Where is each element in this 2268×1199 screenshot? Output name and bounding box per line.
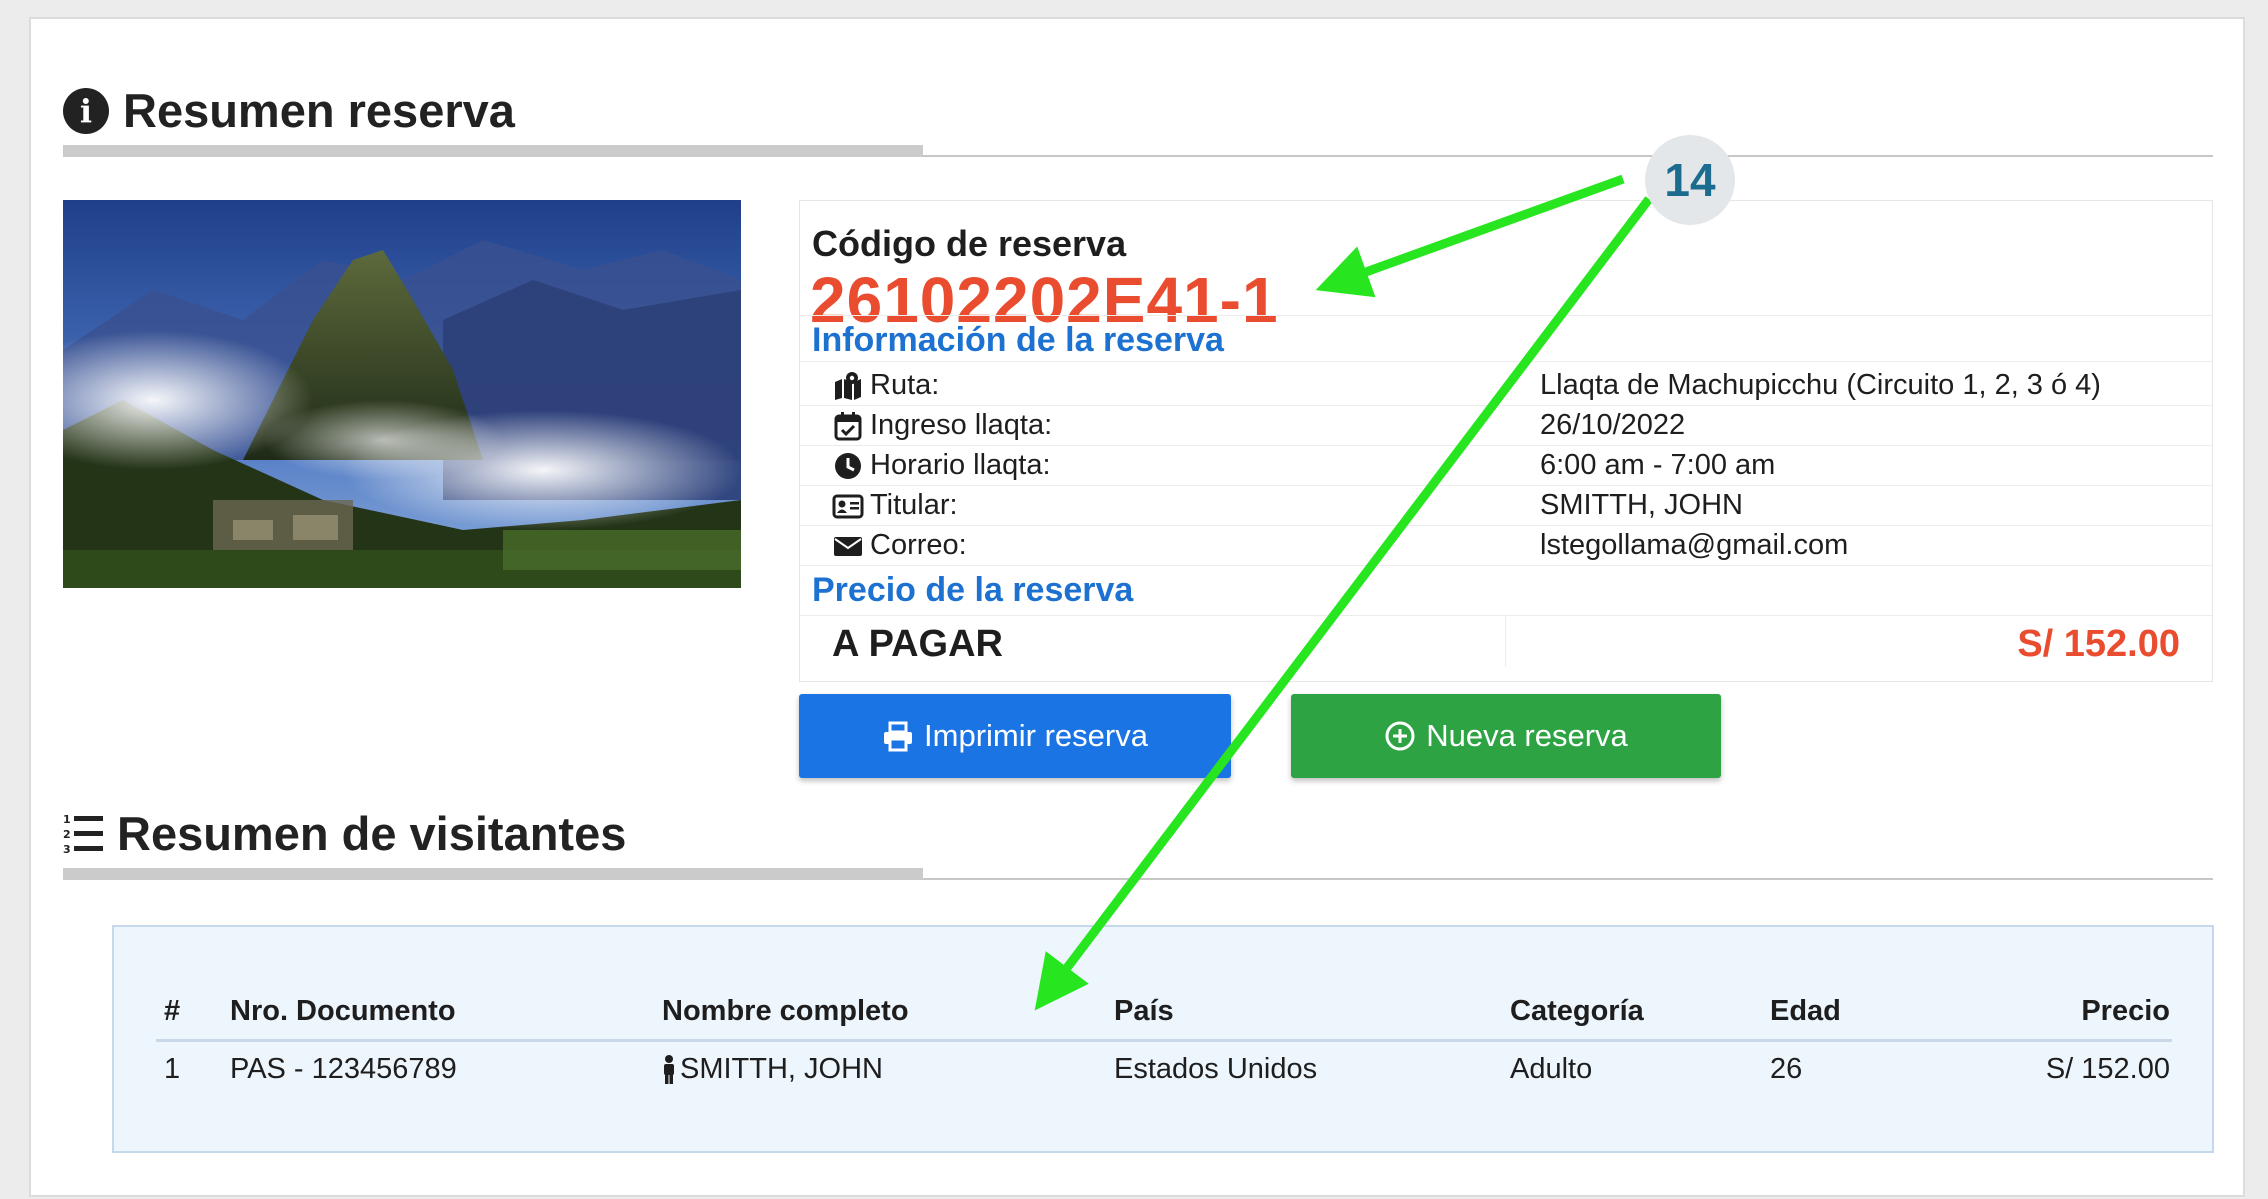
page-card: i Resumen reserva Código de reserva 2610… <box>29 17 2245 1197</box>
arrow-to-code <box>1315 174 1625 298</box>
step-badge: 14 <box>1645 135 1735 225</box>
arrow-to-table <box>1034 196 1653 1011</box>
annotation-arrows <box>1034 174 1653 1011</box>
